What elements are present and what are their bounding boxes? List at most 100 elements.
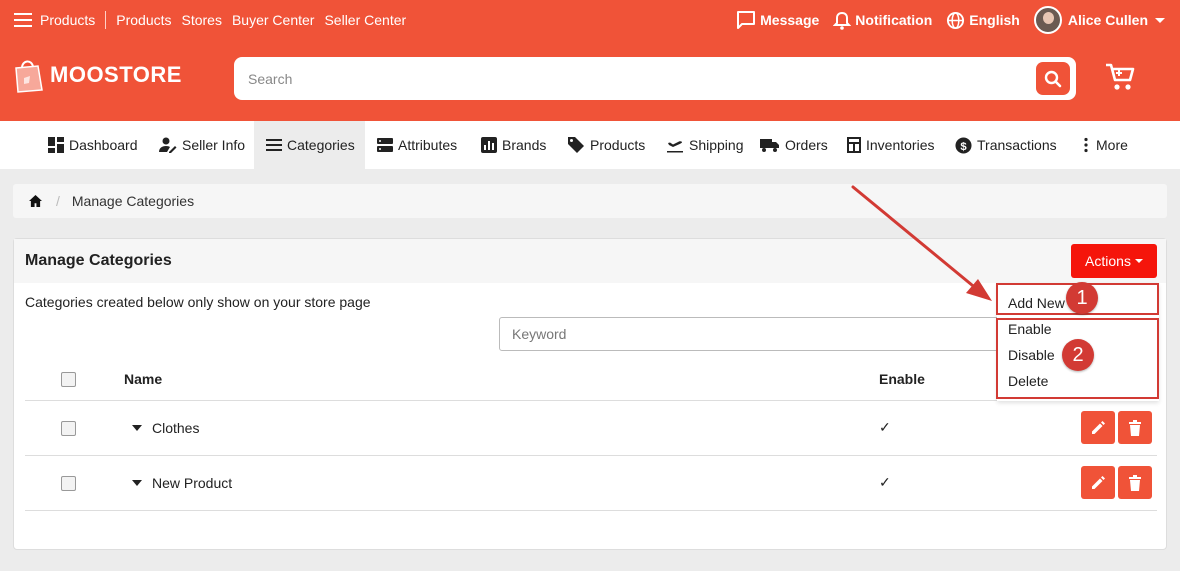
message-label: Message [760, 12, 820, 28]
logo-text: MOOSTORE [50, 62, 182, 87]
nav-more[interactable]: More [1081, 121, 1128, 169]
actions-button[interactable]: Actions [1071, 244, 1157, 278]
nav-label: More [1096, 137, 1128, 153]
delete-button[interactable] [1118, 466, 1152, 499]
truck-icon [760, 139, 779, 152]
breadcrumb-current: Manage Categories [71, 193, 195, 209]
search-icon [1044, 70, 1062, 87]
cart-icon[interactable] [1104, 62, 1136, 92]
delete-button[interactable] [1118, 411, 1152, 444]
panel-title: Manage Categories [25, 252, 172, 269]
category-name-text: New Product [152, 475, 233, 491]
table-header: Name Enable [25, 355, 1157, 401]
airplane-icon [667, 141, 683, 153]
user-menu[interactable]: Alice Cullen [1033, 6, 1166, 34]
panel-header: Manage Categories Actions [14, 239, 1166, 283]
breadcrumb-separator: / [56, 193, 60, 209]
language-selector[interactable]: English [946, 11, 1020, 30]
expand-caret-icon[interactable] [132, 425, 142, 431]
select-all-checkbox[interactable] [61, 372, 76, 387]
nav-inventories[interactable]: Inventories [847, 121, 934, 169]
logo[interactable]: MOOSTORE [12, 56, 182, 94]
user-edit-icon [159, 137, 177, 153]
caret-down-icon [1134, 259, 1143, 263]
hamburger-menu-icon[interactable] [14, 13, 32, 27]
inventory-icon [847, 137, 861, 153]
dollar-circle-icon: $ [955, 136, 972, 154]
avatar [1033, 6, 1062, 34]
shopping-bag-logo-icon [15, 60, 43, 93]
more-vertical-icon [1084, 137, 1088, 153]
column-enable-header: Enable [879, 371, 925, 387]
enabled-check-icon: ✓ [879, 474, 891, 490]
nav-label: Products [590, 137, 646, 153]
search-input[interactable] [248, 68, 1008, 90]
step-badge-2: 2 [1062, 339, 1094, 371]
list-icon [266, 139, 282, 151]
top-link-stores[interactable]: Stores [182, 12, 222, 28]
nav-seller-info[interactable]: Seller Info [159, 121, 245, 169]
nav-categories[interactable]: Categories [254, 121, 365, 169]
expand-caret-icon[interactable] [132, 480, 142, 486]
globe-icon [947, 11, 965, 29]
row-checkbox[interactable] [61, 476, 76, 491]
menu-products-label[interactable]: Products [40, 12, 95, 28]
seller-nav: Dashboard Seller Info Categories Attribu… [0, 121, 1180, 169]
row-checkbox[interactable] [61, 421, 76, 436]
top-link-seller-center[interactable]: Seller Center [324, 12, 406, 28]
nav-label: Seller Info [182, 137, 246, 153]
nav-label: Brands [502, 137, 547, 153]
nav-shipping[interactable]: Shipping [666, 121, 744, 169]
server-icon [377, 138, 393, 152]
category-name-text: Clothes [152, 420, 200, 436]
home-icon[interactable] [29, 195, 42, 207]
nav-label: Categories [287, 137, 355, 153]
pencil-icon [1092, 420, 1105, 434]
bar-chart-icon [481, 137, 497, 153]
edit-button[interactable] [1081, 411, 1115, 444]
nav-orders[interactable]: Orders [760, 121, 828, 169]
step-badge-1: 1 [1066, 282, 1098, 314]
category-name[interactable]: Clothes [124, 420, 199, 436]
table-row: Clothes ✓ [25, 401, 1157, 456]
nav-attributes[interactable]: Attributes [377, 121, 457, 169]
enabled-check-icon: ✓ [879, 419, 891, 435]
user-name: Alice Cullen [1067, 12, 1148, 28]
edit-button[interactable] [1081, 466, 1115, 499]
nav-label: Orders [785, 137, 828, 153]
nav-label: Inventories [866, 137, 935, 153]
top-bar: Products Products Stores Buyer Center Se… [0, 0, 1180, 40]
search-button[interactable] [1036, 62, 1070, 95]
bell-icon [833, 11, 852, 30]
nav-label: Shipping [689, 137, 744, 153]
message-link[interactable]: Message [736, 11, 819, 29]
trash-icon [1129, 419, 1141, 436]
nav-label: Dashboard [69, 137, 138, 153]
dashboard-icon [48, 137, 64, 153]
nav-products[interactable]: Products [567, 121, 645, 169]
notification-label: Notification [855, 12, 933, 28]
nav-brands[interactable]: Brands [481, 121, 546, 169]
nav-dashboard[interactable]: Dashboard [48, 121, 138, 169]
top-link-products[interactable]: Products [116, 12, 171, 28]
trash-icon [1129, 474, 1141, 491]
svg-text:$: $ [960, 140, 967, 152]
manage-categories-panel: Manage Categories Actions Categories cre… [13, 238, 1167, 550]
notification-link[interactable]: Notification [833, 11, 932, 30]
header: MOOSTORE [0, 40, 1180, 121]
nav-label: Transactions [977, 137, 1057, 153]
keyword-input[interactable] [499, 317, 1019, 351]
tag-icon [568, 137, 584, 153]
panel-note: Categories created below only show on yo… [25, 294, 371, 310]
column-name-header: Name [124, 371, 163, 387]
message-icon [737, 11, 756, 29]
pencil-icon [1092, 475, 1105, 489]
category-name[interactable]: New Product [124, 475, 232, 491]
nav-transactions[interactable]: $ Transactions [955, 121, 1057, 169]
divider [105, 11, 107, 29]
nav-label: Attributes [398, 137, 458, 153]
chevron-down-icon [1155, 18, 1165, 23]
top-link-buyer-center[interactable]: Buyer Center [232, 12, 314, 28]
search-bar [234, 57, 1076, 100]
table-row: New Product ✓ [25, 456, 1157, 511]
